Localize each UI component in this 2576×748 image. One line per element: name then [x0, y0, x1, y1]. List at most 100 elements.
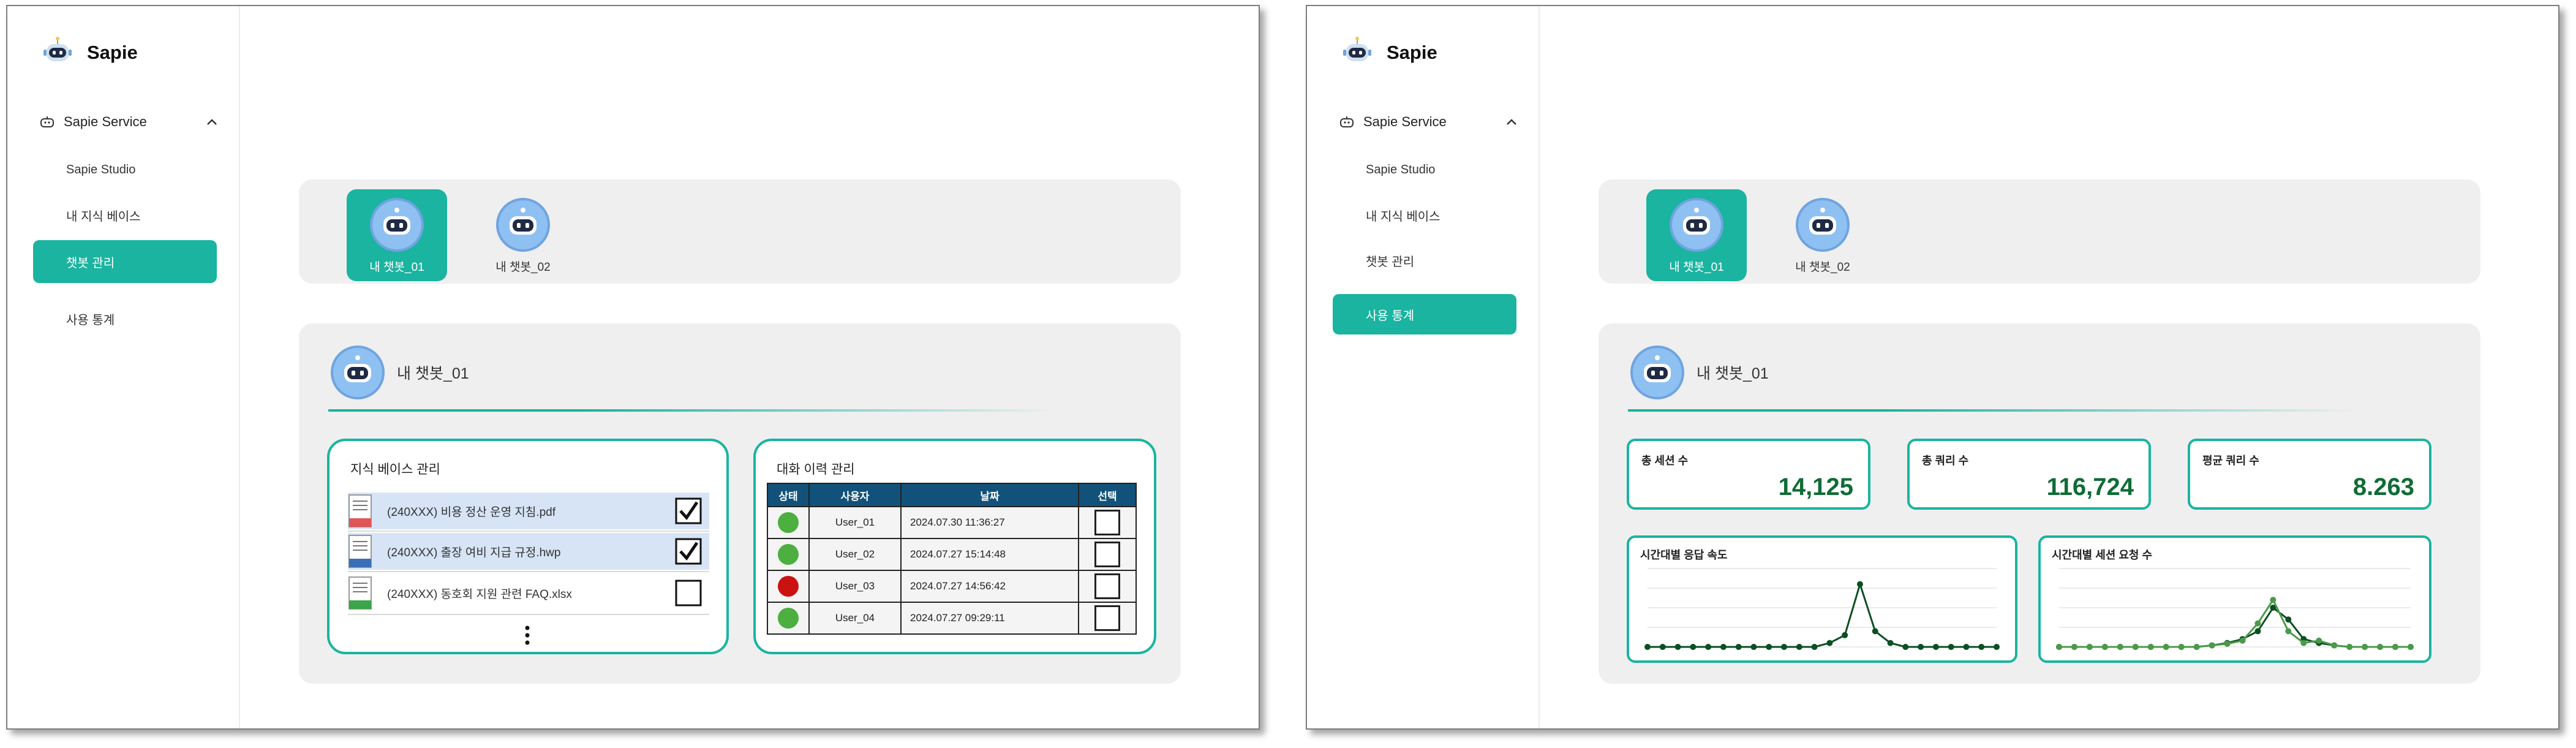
status-dot-red	[778, 576, 799, 597]
date-cell: 2024.07.30 11:36:27	[900, 506, 1079, 539]
user-cell: User_03	[808, 570, 902, 603]
divider	[1628, 409, 2357, 412]
data-point	[2071, 644, 2077, 650]
chevron-up-icon	[1507, 119, 1516, 125]
sidebar-item-label: Sapie Studio	[66, 162, 136, 176]
robot-small-icon	[1340, 116, 1354, 127]
stat-label: 총 쿼리 수	[1922, 455, 1969, 467]
chatbot-tab-02[interactable]: 내 챗봇_02	[1772, 189, 1873, 281]
file-name: (240XXX) 동호회 지원 관련 FAQ.xlsx	[387, 587, 572, 601]
date-cell: 2024.07.27 14:56:42	[900, 570, 1079, 603]
chatbot-tab-label: 내 챗봇_01	[1669, 261, 1724, 274]
panel-title: 내 챗봇_01	[1697, 365, 1769, 382]
stat-label: 평균 쿼리 수	[2202, 455, 2259, 467]
row-checkbox[interactable]	[1094, 542, 1120, 567]
xlsx-file-icon	[348, 576, 372, 610]
file-name: (240XXX) 비용 정산 운영 지침.pdf	[387, 505, 556, 519]
stat-value: 116,724	[2046, 474, 2134, 501]
chat-history-box: 대화 이력 관리 상태 사용자 날짜 선택 User_01 2024.07.30…	[753, 439, 1156, 654]
robot-avatar-icon	[370, 198, 424, 252]
robot-small-icon	[40, 116, 54, 127]
chatbot-tab-02[interactable]: 내 챗봇_02	[473, 189, 573, 281]
chatbot-tab-label: 내 챗봇_02	[1795, 261, 1850, 274]
sidebar-service-label: Sapie Service	[64, 114, 147, 129]
table-row[interactable]: User_01 2024.07.30 11:36:27	[767, 506, 1137, 539]
divider	[348, 614, 709, 615]
checkbox-unchecked[interactable]	[675, 580, 702, 606]
robot-logo-icon	[43, 37, 72, 61]
sidebar-item-sapie-studio[interactable]: Sapie Studio	[33, 148, 217, 191]
data-point	[2193, 644, 2200, 650]
divider	[348, 531, 709, 532]
data-point	[2408, 644, 2414, 650]
data-point	[1766, 644, 1772, 650]
row-checkbox[interactable]	[1094, 510, 1120, 535]
data-point	[1948, 644, 1954, 650]
chat-history-title: 대화 이력 관리	[777, 463, 855, 477]
table-row[interactable]: User_04 2024.07.27 09:29:11	[767, 602, 1137, 635]
series-line	[2059, 598, 2411, 648]
chatbot-detail-panel: 내 챗봇_01 지식 베이스 관리 (240XXX) 비용 정산 운영 지침.p…	[299, 323, 1181, 684]
data-point	[2224, 640, 2231, 647]
table-row[interactable]: User_02 2024.07.27 15:14:48	[767, 538, 1137, 571]
sidebar-item-label: 사용 통계	[66, 313, 115, 327]
data-point	[2254, 620, 2261, 627]
brand[interactable]: Sapie	[1339, 34, 1437, 71]
chatbot-selector: 내 챗봇_01 내 챗봇_02	[299, 179, 1181, 284]
user-cell: User_02	[808, 538, 902, 571]
hwp-file-icon	[348, 535, 372, 568]
sidebar-item-sapie-studio[interactable]: Sapie Studio	[1333, 148, 1516, 191]
checkbox-checked[interactable]	[675, 497, 702, 524]
list-item[interactable]: (240XXX) 출장 여비 지급 규정.hwp	[348, 533, 709, 570]
chevron-up-icon	[207, 119, 217, 125]
sidebar-item-usage-stats[interactable]: 사용 통계	[1333, 294, 1516, 334]
sidebar-service-toggle[interactable]: Sapie Service	[1339, 114, 1518, 130]
data-point	[2239, 637, 2246, 644]
chatbot-selector: 내 챗봇_01 내 챗봇_02	[1599, 179, 2480, 284]
brand-name: Sapie	[1387, 42, 1437, 63]
data-point	[1705, 644, 1712, 650]
data-point	[2331, 642, 2338, 649]
user-cell: User_01	[808, 506, 902, 539]
column-header-user: 사용자	[808, 483, 902, 507]
status-cell	[767, 602, 810, 635]
more-vertical-icon[interactable]	[524, 625, 530, 646]
sidebar-item-label: 사용 통계	[1366, 309, 1415, 323]
sidebar-item-label: 챗봇 관리	[1366, 255, 1415, 269]
stat-value: 8.263	[2352, 474, 2414, 501]
data-point	[1674, 644, 1681, 650]
data-point	[1978, 644, 1985, 650]
data-point	[1994, 644, 2000, 650]
sidebar-item-chatbot-management[interactable]: 챗봇 관리	[1333, 239, 1516, 282]
checkbox-checked[interactable]	[675, 538, 702, 565]
row-checkbox[interactable]	[1094, 605, 1120, 631]
sidebar-service-label: Sapie Service	[1363, 114, 1447, 129]
window-chatbot-management: Sapie Sapie Service Sapie Studio 내 지식 베이…	[6, 5, 1260, 730]
file-name: (240XXX) 출장 여비 지급 규정.hwp	[387, 546, 561, 559]
sidebar-item-usage-stats[interactable]: 사용 통계	[33, 297, 217, 340]
panel-header: 내 챗봇_01	[328, 343, 469, 402]
data-point	[2285, 616, 2292, 623]
sidebar-item-knowledge-base[interactable]: 내 지식 베이스	[1333, 194, 1516, 236]
robot-avatar-icon	[331, 346, 385, 399]
sidebar-item-chatbot-management[interactable]: 챗봇 관리	[33, 240, 217, 283]
chatbot-tab-01[interactable]: 내 챗봇_01	[1646, 189, 1747, 281]
stat-card-average-queries: 평균 쿼리 수 8.263	[2188, 439, 2431, 510]
sidebar-item-knowledge-base[interactable]: 내 지식 베이스	[33, 194, 217, 236]
select-cell	[1078, 602, 1137, 635]
table-row[interactable]: User_03 2024.07.27 14:56:42	[767, 570, 1137, 603]
data-point	[2254, 628, 2261, 635]
list-item[interactable]: (240XXX) 동호회 지원 관련 FAQ.xlsx	[348, 575, 709, 611]
sidebar-service-toggle[interactable]: Sapie Service	[39, 114, 218, 130]
data-point	[1826, 640, 1833, 646]
brand[interactable]: Sapie	[39, 34, 138, 71]
list-item[interactable]: (240XXX) 비용 정산 운영 지침.pdf	[348, 493, 709, 529]
chatbot-tab-01[interactable]: 내 챗봇_01	[347, 189, 447, 281]
sidebar-item-label: 챗봇 관리	[66, 256, 115, 270]
stat-card-total-queries: 총 쿼리 수 116,724	[1907, 439, 2151, 510]
panel-header: 내 챗봇_01	[1628, 343, 1769, 402]
row-checkbox[interactable]	[1094, 573, 1120, 599]
data-point	[1887, 640, 1894, 646]
data-point	[2362, 644, 2368, 650]
data-point	[2300, 640, 2307, 646]
